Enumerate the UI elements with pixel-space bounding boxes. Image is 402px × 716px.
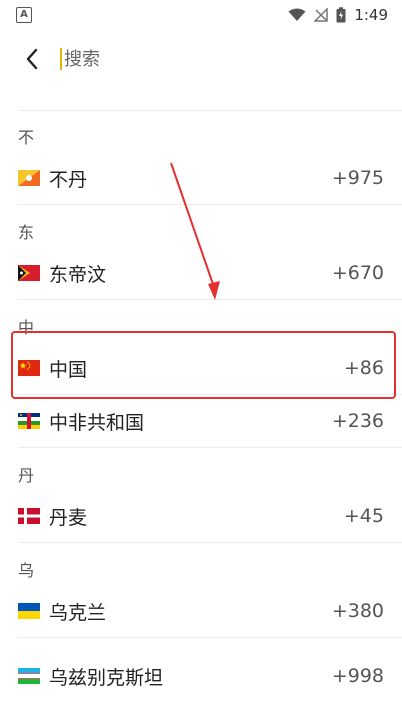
group-header: 不 bbox=[18, 128, 35, 147]
country-name: 丹麦 bbox=[49, 506, 88, 529]
no-signal-icon bbox=[314, 8, 329, 22]
denmark-flag-icon bbox=[18, 508, 40, 524]
search-box[interactable] bbox=[60, 44, 364, 74]
search-header bbox=[0, 30, 402, 88]
status-time: 1:49 bbox=[354, 6, 388, 24]
country-code: +380 bbox=[331, 600, 384, 622]
battery-charging-icon bbox=[336, 7, 346, 23]
country-row-china[interactable]: 中国 +86 bbox=[18, 342, 402, 395]
group-header: 乌 bbox=[18, 561, 35, 580]
search-input[interactable] bbox=[64, 48, 364, 70]
country-name: 中非共和国 bbox=[49, 411, 145, 434]
country-code: +86 bbox=[343, 357, 384, 379]
country-code: +998 bbox=[331, 665, 384, 687]
country-row-bhutan[interactable]: 不丹 +975 bbox=[18, 152, 402, 205]
country-list: 不 不丹 +975 东 东帝汶 +670 中 中国 +86 中非共和国 +236… bbox=[0, 110, 402, 714]
country-code: +975 bbox=[331, 167, 384, 189]
country-code: +45 bbox=[343, 505, 384, 527]
country-row-uzbekistan[interactable]: 乌兹别克斯坦 +998 bbox=[18, 638, 402, 714]
country-name: 乌兹别克斯坦 bbox=[49, 666, 164, 689]
country-name: 乌克兰 bbox=[49, 601, 107, 624]
country-row-timor-leste[interactable]: 东帝汶 +670 bbox=[18, 247, 402, 300]
group-header: 中 bbox=[18, 318, 35, 337]
notification-a-icon: A bbox=[16, 7, 32, 23]
country-code: +670 bbox=[331, 262, 384, 284]
wifi-icon bbox=[288, 8, 306, 21]
country-name: 东帝汶 bbox=[49, 263, 107, 286]
text-cursor bbox=[60, 48, 62, 70]
ukraine-flag-icon bbox=[18, 603, 40, 619]
chevron-left-icon bbox=[26, 48, 38, 70]
group-header: 东 bbox=[18, 223, 35, 242]
country-name: 中国 bbox=[49, 358, 88, 381]
country-row-denmark[interactable]: 丹麦 +45 bbox=[18, 490, 402, 543]
country-name: 不丹 bbox=[49, 168, 88, 191]
uzbekistan-flag-icon bbox=[18, 668, 40, 684]
central-african-republic-flag-icon bbox=[18, 413, 40, 429]
china-flag-icon bbox=[18, 360, 40, 376]
country-row-ukraine[interactable]: 乌克兰 +380 bbox=[18, 585, 402, 638]
country-code: +236 bbox=[331, 410, 384, 432]
status-bar: A 1:49 bbox=[0, 0, 402, 30]
bhutan-flag-icon bbox=[18, 170, 40, 186]
country-row-central-african-republic[interactable]: 中非共和国 +236 bbox=[18, 395, 402, 448]
group-header: 丹 bbox=[18, 466, 35, 485]
timor-leste-flag-icon bbox=[18, 265, 40, 281]
back-button[interactable] bbox=[20, 47, 44, 71]
